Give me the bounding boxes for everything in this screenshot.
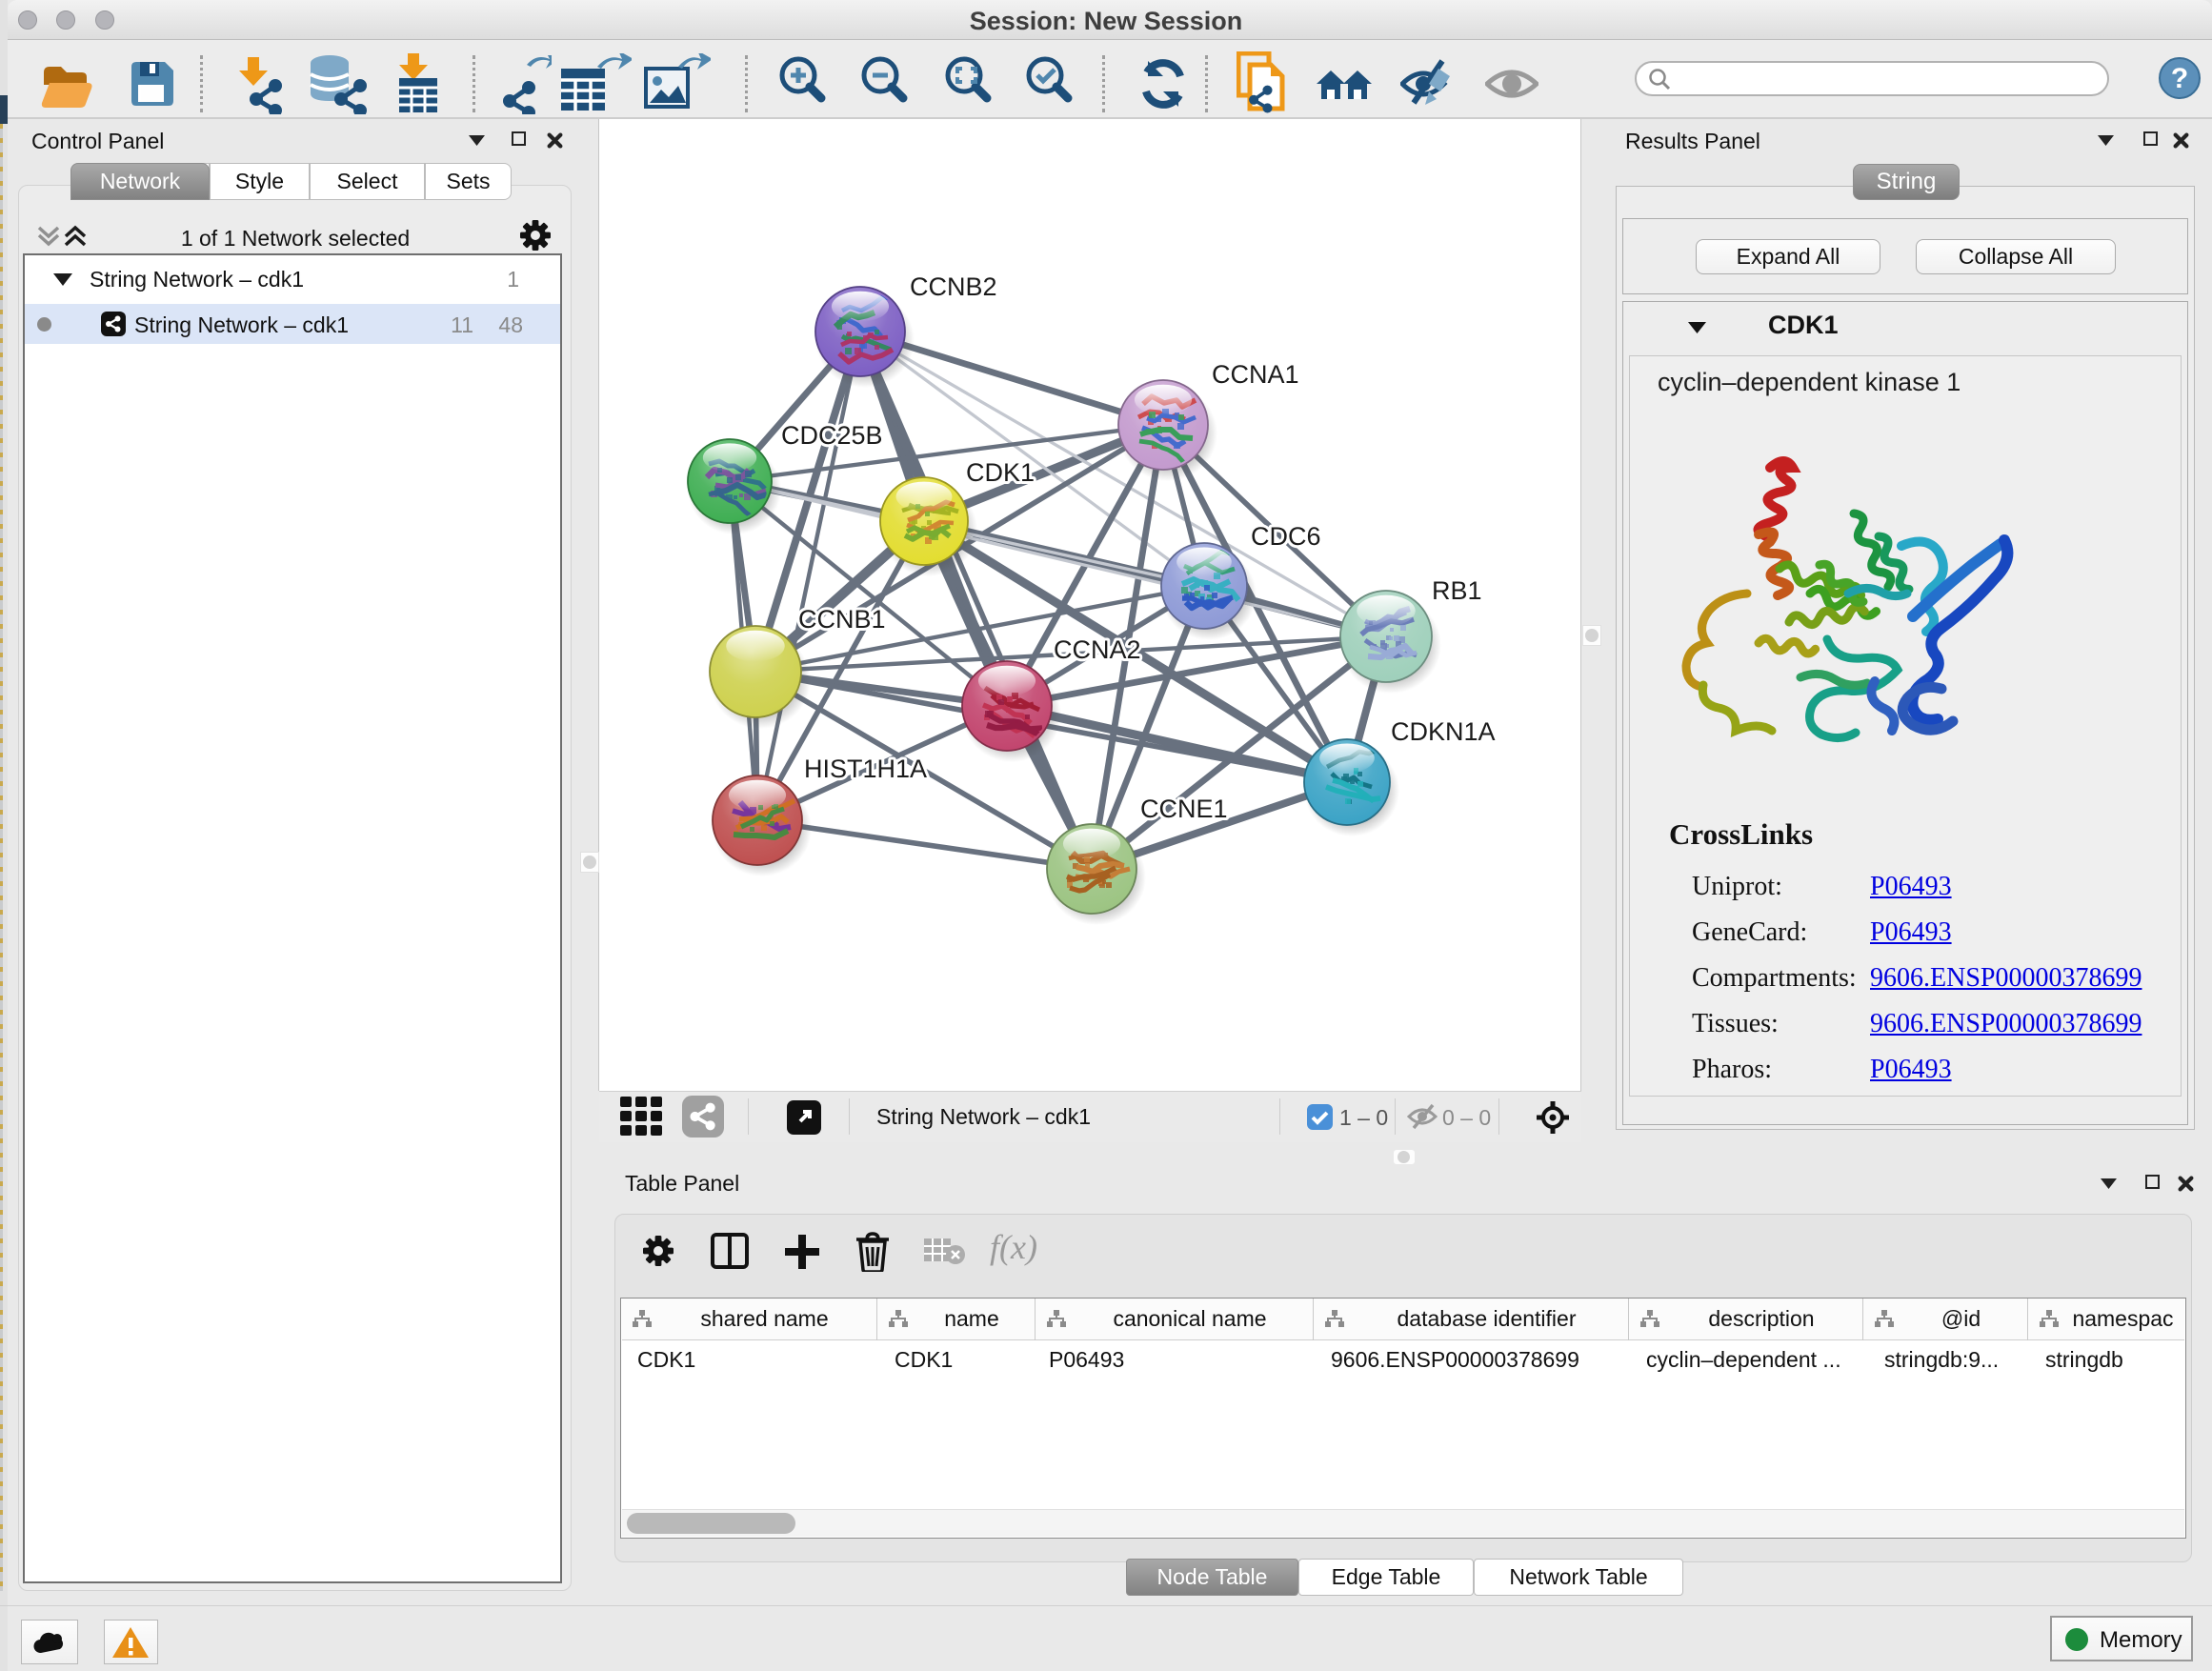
svg-text:CDK1: CDK1 — [966, 458, 1035, 487]
svg-text:CCNB1: CCNB1 — [798, 605, 886, 634]
svg-text:CDC6: CDC6 — [1251, 522, 1321, 551]
svg-text:CCNB2: CCNB2 — [910, 272, 997, 301]
svg-text:CCNA1: CCNA1 — [1212, 360, 1299, 389]
svg-text:CCNE1: CCNE1 — [1140, 795, 1228, 823]
svg-text:RB1: RB1 — [1432, 576, 1482, 605]
svg-text:HIST1H1A: HIST1H1A — [804, 755, 927, 783]
svg-text:CCNA2: CCNA2 — [1054, 635, 1141, 664]
svg-text:CDKN1A: CDKN1A — [1391, 717, 1496, 746]
svg-text:CDC25B: CDC25B — [781, 421, 883, 450]
